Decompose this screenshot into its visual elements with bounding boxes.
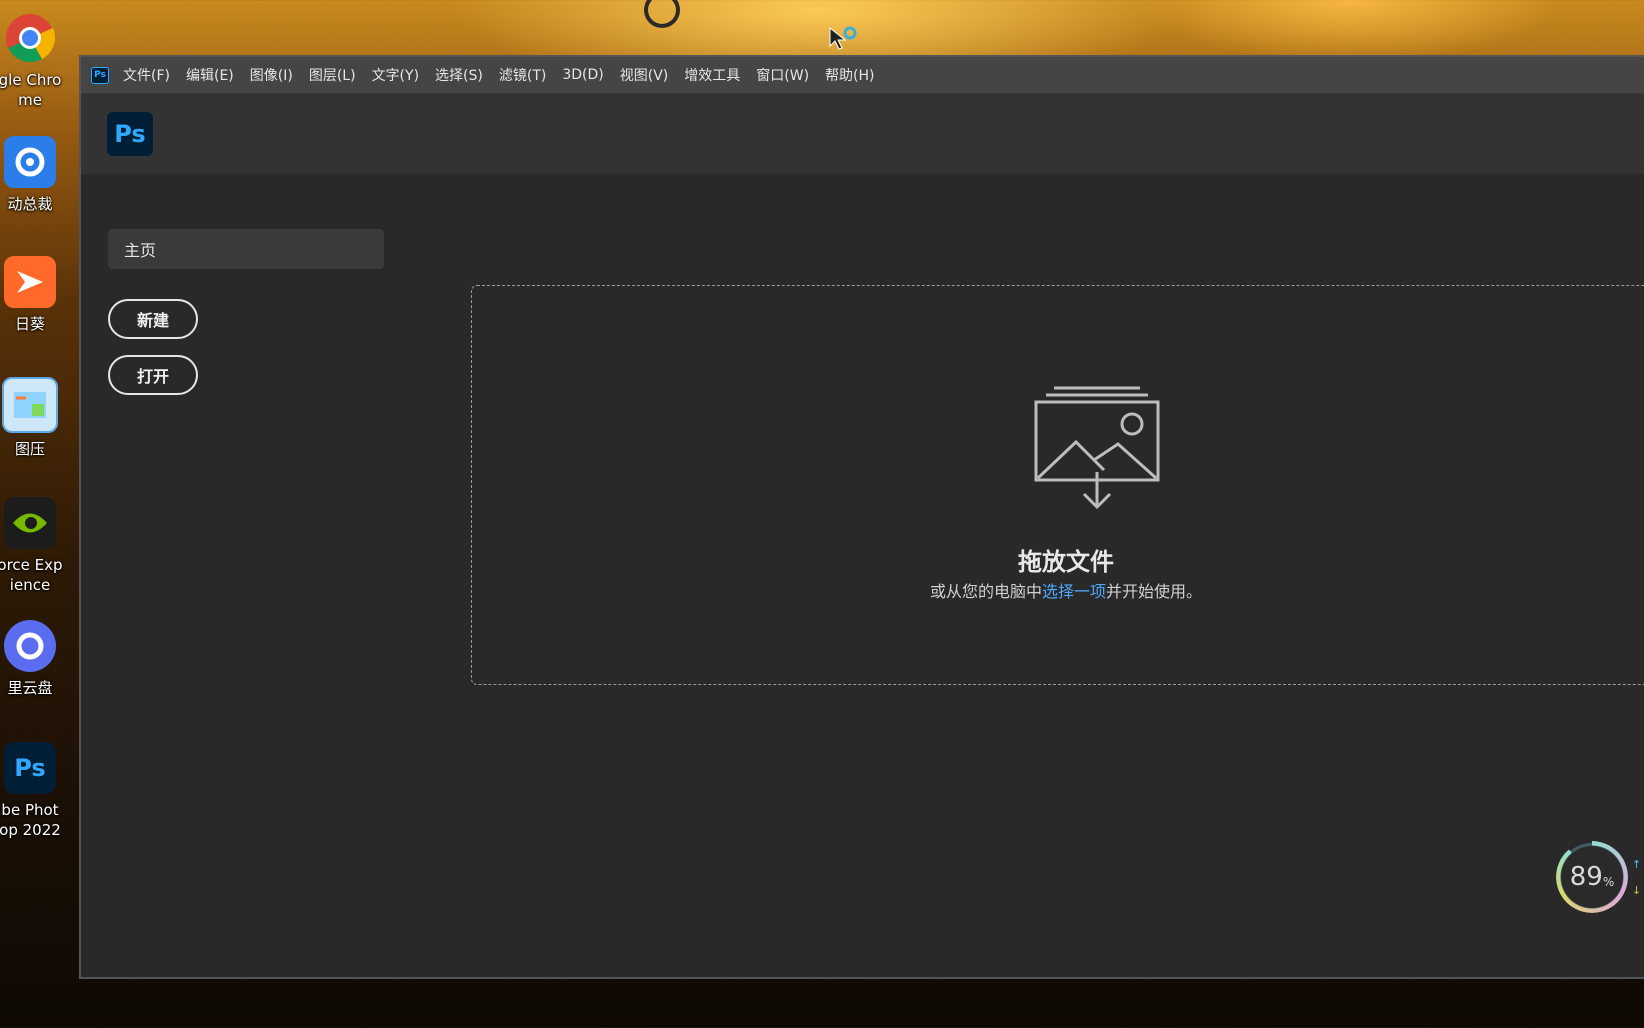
photoshop-logo: Ps bbox=[107, 112, 153, 156]
desktop-icon-aliyun-drive[interactable]: 里云盘 bbox=[0, 620, 82, 698]
menu-file[interactable]: 文件(F) bbox=[123, 65, 170, 85]
new-button[interactable]: 新建 bbox=[108, 299, 198, 339]
menu-plugins[interactable]: 增效工具 bbox=[684, 65, 740, 85]
menu-select[interactable]: 选择(S) bbox=[435, 65, 483, 85]
desktop-icon-photoshop[interactable]: Ps be Phot op 2022 bbox=[0, 742, 82, 840]
desktop-icon-image-compress[interactable]: 图压 bbox=[0, 377, 82, 459]
photoshop-icon: Ps bbox=[4, 742, 56, 794]
home-header: Ps bbox=[81, 94, 1644, 174]
menu-help[interactable]: 帮助(H) bbox=[825, 65, 874, 85]
menu-type[interactable]: 文字(Y) bbox=[372, 65, 419, 85]
drop-zone[interactable]: 拖放文件 或从您的电脑中选择一项并开始使用。 bbox=[471, 285, 1644, 685]
photoshop-window: Ps 文件(F) 编辑(E) 图像(I) 图层(L) 文字(Y) 选择(S) 滤… bbox=[79, 55, 1644, 979]
desktop-icon-driver-tool[interactable]: 动总裁 bbox=[0, 136, 82, 214]
driver-tool-icon bbox=[4, 136, 56, 188]
upload-arrow-icon: ↑ bbox=[1632, 858, 1642, 871]
memory-usage-gauge[interactable]: 89% bbox=[1556, 841, 1628, 913]
desktop-icon-label: 里云盘 bbox=[7, 679, 53, 697]
menu-bar: Ps 文件(F) 编辑(E) 图像(I) 图层(L) 文字(Y) 选择(S) 滤… bbox=[81, 57, 1644, 94]
desktop-icon-sunflower[interactable]: 日葵 bbox=[0, 256, 82, 334]
desktop-icon-label: be Phot op 2022 bbox=[0, 801, 61, 839]
image-compress-icon bbox=[2, 377, 58, 433]
desktop-icon-label: 图压 bbox=[14, 440, 45, 458]
app-badge-icon[interactable]: Ps bbox=[91, 66, 109, 84]
sunflower-remote-icon bbox=[4, 256, 56, 308]
choose-file-link[interactable]: 选择一项 bbox=[1042, 582, 1106, 601]
menu-window[interactable]: 窗口(W) bbox=[756, 65, 809, 85]
drop-subtitle-text-end: 并开始使用。 bbox=[1106, 582, 1203, 601]
desktop-icon-label: 动总裁 bbox=[7, 195, 53, 213]
desktop-icon-geforce[interactable]: orce Exp ience bbox=[0, 497, 82, 595]
sidebar-item-home[interactable]: 主页 bbox=[108, 229, 384, 269]
gauge-ring bbox=[1556, 841, 1628, 913]
sidebar-item-label: 主页 bbox=[124, 241, 157, 260]
loading-spinner-icon bbox=[644, 0, 680, 28]
open-button[interactable]: 打开 bbox=[108, 355, 198, 395]
menu-edit[interactable]: 编辑(E) bbox=[186, 65, 234, 85]
download-arrow-icon: ↓ bbox=[1632, 884, 1642, 897]
menu-view[interactable]: 视图(V) bbox=[620, 65, 669, 85]
desktop-icon-label: gle Chro me bbox=[0, 71, 62, 109]
drop-image-icon bbox=[1032, 384, 1162, 514]
menu-3d[interactable]: 3D(D) bbox=[562, 67, 603, 83]
drop-title: 拖放文件 bbox=[1018, 548, 1114, 576]
chrome-icon bbox=[4, 12, 56, 64]
busy-cursor-icon bbox=[829, 26, 857, 56]
aliyun-drive-icon bbox=[4, 620, 56, 672]
drop-subtitle: 或从您的电脑中选择一项并开始使用。 bbox=[472, 578, 1644, 602]
menu-filter[interactable]: 滤镜(T) bbox=[499, 65, 546, 85]
desktop-icon-chrome[interactable]: gle Chro me bbox=[0, 12, 82, 110]
menu-image[interactable]: 图像(I) bbox=[250, 65, 293, 85]
desktop-icon-label: orce Exp ience bbox=[0, 556, 63, 594]
drop-subtitle-text: 或从您的电脑中 bbox=[929, 582, 1042, 601]
geforce-experience-icon bbox=[4, 497, 56, 549]
desktop-icon-label: 日葵 bbox=[14, 315, 45, 333]
menu-layer[interactable]: 图层(L) bbox=[309, 65, 356, 85]
